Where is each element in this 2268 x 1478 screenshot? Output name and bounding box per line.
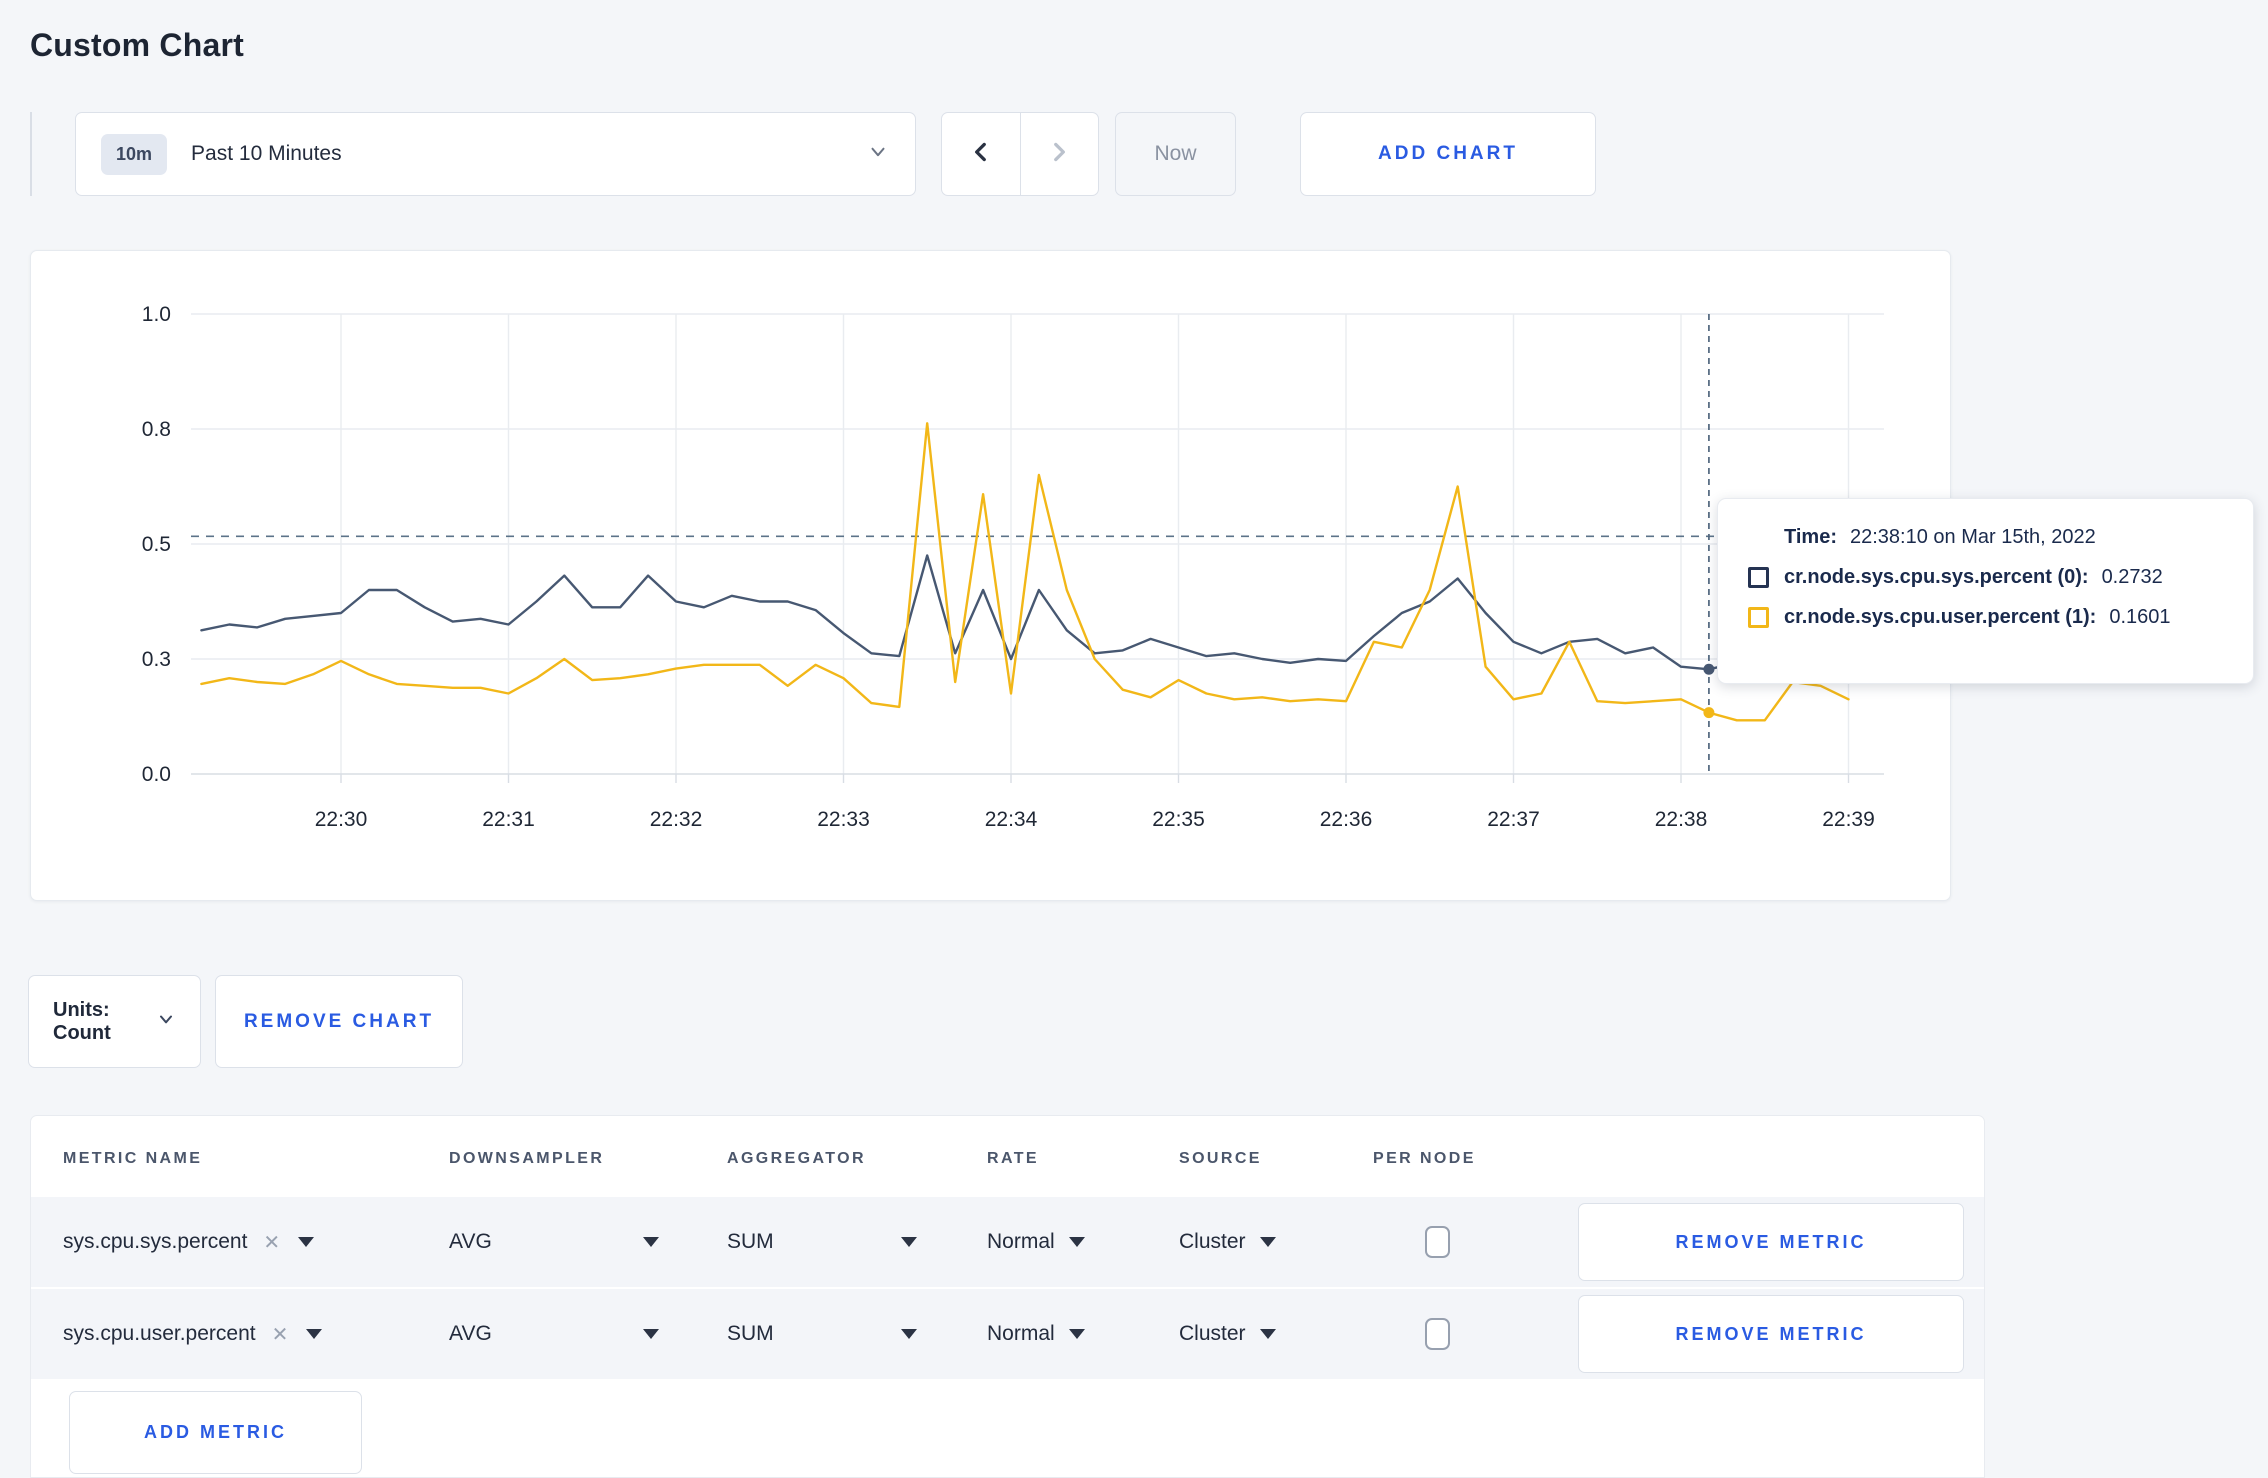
metric-name-select[interactable]: sys.cpu.sys.percent ✕ [63,1197,315,1287]
svg-text:1.0: 1.0 [142,303,171,326]
per-node-checkbox[interactable] [1425,1318,1450,1350]
source-value: Cluster [1179,1230,1246,1253]
time-nav-group [941,112,1099,196]
units-select-label: Units: Count [53,998,111,1044]
tooltip-series-row: cr.node.sys.cpu.sys.percent (0): 0.2732 [1748,566,2223,589]
chevron-down-icon [867,141,889,168]
svg-text:0.0: 0.0 [142,763,171,786]
aggregator-select[interactable]: SUM [727,1197,917,1287]
metrics-table: METRIC NAME DOWNSAMPLER AGGREGATOR RATE … [30,1115,1985,1478]
custom-chart-page: { "page": { "title": "Custom Chart" }, "… [0,0,2268,1478]
svg-text:22:36: 22:36 [1320,808,1373,831]
svg-text:22:38: 22:38 [1655,808,1708,831]
caret-down-icon [306,1329,323,1339]
column-header-rate: RATE [987,1150,1039,1167]
tooltip-time-label: Time: [1784,526,1837,548]
add-metric-button[interactable]: ADD METRIC [69,1391,362,1474]
aggregator-value: SUM [727,1230,774,1253]
svg-text:22:33: 22:33 [817,808,870,831]
source-value: Cluster [1179,1322,1246,1345]
tooltip-series-value: 0.2732 [2101,566,2163,588]
metric-name-select[interactable]: sys.cpu.user.percent ✕ [63,1289,323,1379]
downsampler-select[interactable]: AVG [449,1197,659,1287]
add-chart-button[interactable]: ADD CHART [1300,112,1596,196]
caret-down-icon [901,1237,917,1247]
caret-down-icon [901,1329,917,1339]
tooltip-series-row: cr.node.sys.cpu.user.percent (1): 0.1601 [1748,606,2223,629]
svg-text:22:34: 22:34 [985,808,1038,831]
rate-select[interactable]: Normal [987,1289,1085,1379]
downsampler-value: AVG [449,1322,492,1345]
source-select[interactable]: Cluster [1179,1289,1276,1379]
remove-chart-button[interactable]: REMOVE CHART [215,975,463,1068]
chevron-left-icon [968,139,994,170]
chevron-down-icon [156,1009,176,1034]
per-node-cell [1425,1197,1450,1287]
chart-card: 0.0 0.3 0.5 0.8 1.0 22:30 22:31 22:32 22:33 22:34… [30,250,1951,901]
remove-metric-button[interactable]: REMOVE METRIC [1578,1203,1964,1281]
chevron-right-icon [1046,139,1072,170]
tooltip-series-name: cr.node.sys.cpu.user.percent (1): [1784,606,2097,628]
clear-metric-icon[interactable]: ✕ [263,1230,280,1255]
caret-down-icon [1259,1329,1276,1339]
per-node-checkbox[interactable] [1425,1226,1450,1258]
metric-name-value: sys.cpu.user.percent [63,1322,256,1345]
time-window-select[interactable]: 10m Past 10 Minutes [75,112,916,196]
svg-text:0.3: 0.3 [142,648,171,671]
tooltip-series-name: cr.node.sys.cpu.sys.percent (0): [1784,566,2089,588]
column-header-metric-name: METRIC NAME [63,1150,203,1167]
rate-value: Normal [987,1322,1055,1345]
now-button[interactable]: Now [1115,112,1236,196]
tooltip-series-value: 0.1601 [2109,606,2171,628]
column-header-source: SOURCE [1179,1150,1262,1167]
column-header-per-node: PER NODE [1373,1150,1476,1167]
page-title: Custom Chart [30,27,244,64]
caret-down-icon [1068,1237,1085,1247]
caret-down-icon [1259,1237,1276,1247]
svg-text:22:32: 22:32 [650,808,703,831]
caret-down-icon [298,1237,315,1247]
timeseries-chart[interactable]: 0.0 0.3 0.5 0.8 1.0 22:30 22:31 22:32 22:33 22:34… [31,251,1952,902]
svg-text:0.5: 0.5 [142,533,171,556]
svg-text:22:35: 22:35 [1152,808,1205,831]
caret-down-icon [1068,1329,1085,1339]
svg-text:0.8: 0.8 [142,418,171,441]
clear-metric-icon[interactable]: ✕ [272,1322,289,1347]
svg-text:22:31: 22:31 [482,808,535,831]
downsampler-value: AVG [449,1230,492,1253]
chart-tooltip: Time: 22:38:10 on Mar 15th, 2022 cr.node… [1717,498,2254,684]
metric-name-value: sys.cpu.sys.percent [63,1230,248,1253]
time-window-badge: 10m [101,133,168,175]
table-row: sys.cpu.user.percent ✕ AVG SUM Normal Cl… [31,1287,1984,1379]
rate-value: Normal [987,1230,1055,1253]
downsampler-select[interactable]: AVG [449,1289,659,1379]
rate-select[interactable]: Normal [987,1197,1085,1287]
caret-down-icon [643,1237,659,1247]
per-node-cell [1425,1289,1450,1379]
toolbar-divider [30,112,32,196]
aggregator-value: SUM [727,1322,774,1345]
next-time-button[interactable] [1019,113,1099,195]
sys-series-swatch-icon [1748,567,1769,588]
table-row: sys.cpu.sys.percent ✕ AVG SUM Normal Clu… [31,1197,1984,1287]
remove-metric-button[interactable]: REMOVE METRIC [1578,1295,1964,1373]
svg-text:22:30: 22:30 [315,808,368,831]
prev-time-button[interactable] [942,113,1020,195]
time-window-label: Past 10 Minutes [191,142,342,165]
column-header-aggregator: AGGREGATOR [727,1150,866,1167]
metrics-table-header: METRIC NAME DOWNSAMPLER AGGREGATOR RATE … [31,1116,1984,1197]
svg-text:22:37: 22:37 [1487,808,1540,831]
user-series-swatch-icon [1748,607,1769,628]
units-select[interactable]: Units: Count [28,975,201,1068]
tooltip-time-value: 22:38:10 on Mar 15th, 2022 [1849,526,2096,548]
source-select[interactable]: Cluster [1179,1197,1276,1287]
column-header-downsampler: DOWNSAMPLER [449,1150,605,1167]
aggregator-select[interactable]: SUM [727,1289,917,1379]
tooltip-time-row: Time: 22:38:10 on Mar 15th, 2022 [1748,526,2223,549]
svg-text:22:39: 22:39 [1822,808,1875,831]
caret-down-icon [643,1329,659,1339]
